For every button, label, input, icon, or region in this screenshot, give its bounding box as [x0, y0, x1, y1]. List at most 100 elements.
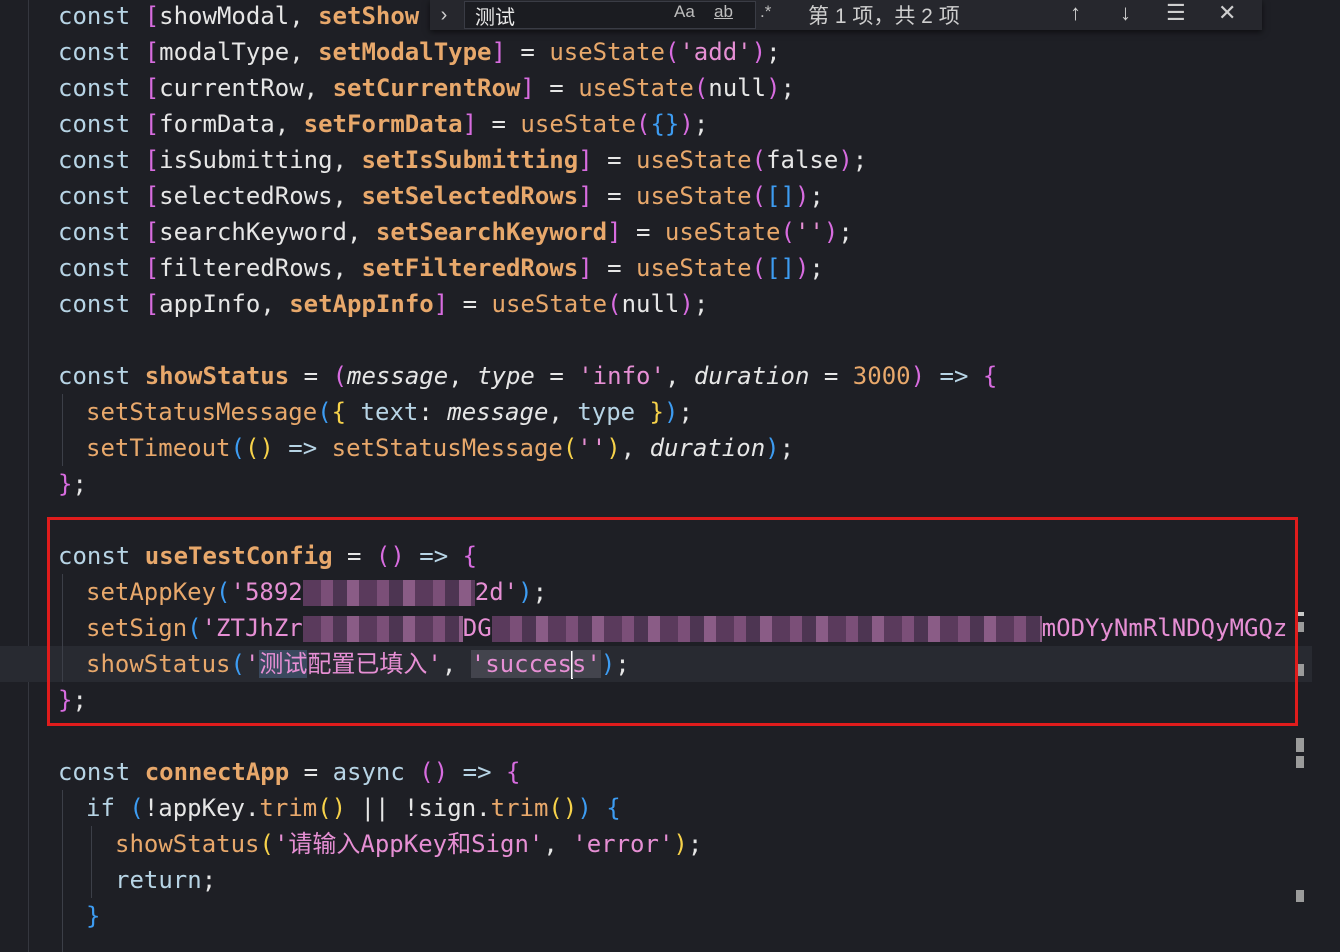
identifier: modalType: [159, 38, 290, 66]
function-call: useState: [636, 146, 752, 174]
indent-guide: [91, 826, 92, 898]
literal: null: [621, 290, 680, 318]
keyword: const: [58, 362, 131, 390]
annotation-highlight-box: [47, 517, 1298, 726]
identifier: setCurrentRow: [332, 74, 521, 102]
close-icon[interactable]: ✕: [1218, 0, 1236, 26]
scrollbar-marker: [1296, 738, 1304, 752]
find-in-selection-icon[interactable]: ☰: [1166, 0, 1186, 26]
keyword: return: [115, 866, 202, 894]
code-line[interactable]: const [searchKeyword, setSearchKeyword] …: [58, 214, 853, 250]
property: text: [360, 398, 419, 426]
number-literal: 3000: [852, 362, 911, 390]
find-widget: › Aa ab .* 第 1 项，共 2 项 ↑ ↓ ☰ ✕: [430, 0, 1262, 30]
code-line[interactable]: const [showModal, setShow: [58, 0, 419, 34]
identifier: currentRow: [159, 74, 304, 102]
code-line[interactable]: return;: [115, 862, 216, 898]
keyword: const: [58, 218, 131, 246]
string-literal: '': [577, 434, 607, 462]
function-call: useState: [636, 182, 752, 210]
code-line[interactable]: const [selectedRows, setSelectedRows] = …: [58, 178, 824, 214]
regex-button[interactable]: .*: [760, 2, 771, 22]
scrollbar-marker: [1296, 890, 1304, 902]
identifier: duration: [649, 434, 766, 462]
code-line[interactable]: setStatusMessage({ text: message, type }…: [86, 394, 693, 430]
keyword: const: [58, 38, 131, 66]
function-call: useState: [520, 110, 637, 138]
indent-guide: [62, 790, 63, 952]
identifier: setSelectedRows: [361, 182, 579, 210]
code-line[interactable]: const [isSubmitting, setIsSubmitting] = …: [58, 142, 867, 178]
keyword: const: [58, 74, 131, 102]
find-result-count: 第 1 项，共 2 项: [808, 5, 960, 28]
toggle-replace-chevron-icon[interactable]: ›: [430, 4, 458, 27]
keyword: const: [58, 110, 131, 138]
parameter: duration: [693, 362, 810, 390]
identifier: message: [447, 398, 549, 426]
literal: null: [708, 74, 767, 102]
keyword: const: [58, 254, 131, 282]
identifier: setFormData: [303, 110, 463, 138]
function-call: useState: [549, 38, 665, 66]
identifier: formData: [159, 110, 275, 138]
code-line[interactable]: const [filteredRows, setFilteredRows] = …: [58, 250, 824, 286]
identifier: filteredRows: [159, 254, 333, 282]
code-line[interactable]: const [appInfo, setAppInfo] = useState(n…: [58, 286, 708, 322]
code-line[interactable]: const [currentRow, setCurrentRow] = useS…: [58, 70, 795, 106]
identifier: sign: [418, 794, 477, 822]
function-call: useState: [664, 218, 781, 246]
property: type: [577, 398, 636, 426]
scrollbar-marker: [1296, 756, 1304, 768]
function-call: useState: [491, 290, 608, 318]
string-literal: '请输入AppKey和Sign': [273, 830, 544, 858]
identifier: setShow: [318, 2, 420, 30]
identifier: appInfo: [159, 290, 261, 318]
parameter: type: [477, 362, 535, 390]
string-literal: '': [794, 218, 824, 246]
identifier: setIsSubmitting: [361, 146, 579, 174]
literal: false: [766, 146, 839, 174]
identifier: setModalType: [318, 38, 492, 66]
function-call: setStatusMessage: [331, 434, 563, 462]
string-literal: 'error': [572, 830, 674, 858]
code-line[interactable]: }: [86, 898, 100, 934]
editor-gutter: [0, 0, 30, 952]
identifier: setAppInfo: [289, 290, 434, 318]
keyword: const: [58, 182, 131, 210]
code-line[interactable]: if (!appKey.trim() || !sign.trim()) {: [86, 790, 621, 826]
function-call: useState: [578, 74, 694, 102]
function-call: showStatus: [115, 830, 260, 858]
identifier: searchKeyword: [159, 218, 347, 246]
string-literal: 'add': [679, 38, 752, 66]
code-line[interactable]: const [formData, setFormData] = useState…: [58, 106, 708, 142]
keyword: const: [58, 146, 131, 174]
code-line[interactable]: const connectApp = async () => {: [58, 754, 520, 790]
find-input[interactable]: [464, 1, 756, 29]
indent-guide: [28, 0, 29, 952]
code-line[interactable]: };: [58, 466, 87, 502]
whole-word-button[interactable]: ab: [714, 2, 733, 22]
identifier: showModal: [159, 2, 290, 30]
code-line[interactable]: setTimeout(() => setStatusMessage(''), d…: [86, 430, 794, 466]
code-line[interactable]: const showStatus = (message, type = 'inf…: [58, 358, 997, 394]
previous-match-arrow-up-icon[interactable]: ↑: [1070, 0, 1081, 26]
indent-guide: [62, 394, 63, 466]
match-case-button[interactable]: Aa: [674, 2, 695, 22]
identifier: isSubmitting: [159, 146, 333, 174]
keyword: if: [86, 794, 115, 822]
identifier: selectedRows: [159, 182, 333, 210]
code-editor[interactable]: const [showModal, setShow const [modalTy…: [0, 0, 1340, 952]
code-line[interactable]: showStatus('请输入AppKey和Sign', 'error');: [115, 826, 702, 862]
function-name: showStatus: [144, 362, 290, 390]
identifier: setSearchKeyword: [375, 218, 608, 246]
code-line[interactable]: const [modalType, setModalType] = useSta…: [58, 34, 781, 70]
function-call: setStatusMessage: [86, 398, 318, 426]
keyword: const: [58, 758, 131, 786]
keyword: const: [58, 2, 131, 30]
next-match-arrow-down-icon[interactable]: ↓: [1120, 0, 1131, 26]
parameter: message: [347, 362, 449, 390]
function-call: trim: [259, 794, 318, 822]
identifier: setFilteredRows: [361, 254, 579, 282]
string-literal: 'info': [578, 362, 665, 390]
identifier: appKey: [158, 794, 245, 822]
